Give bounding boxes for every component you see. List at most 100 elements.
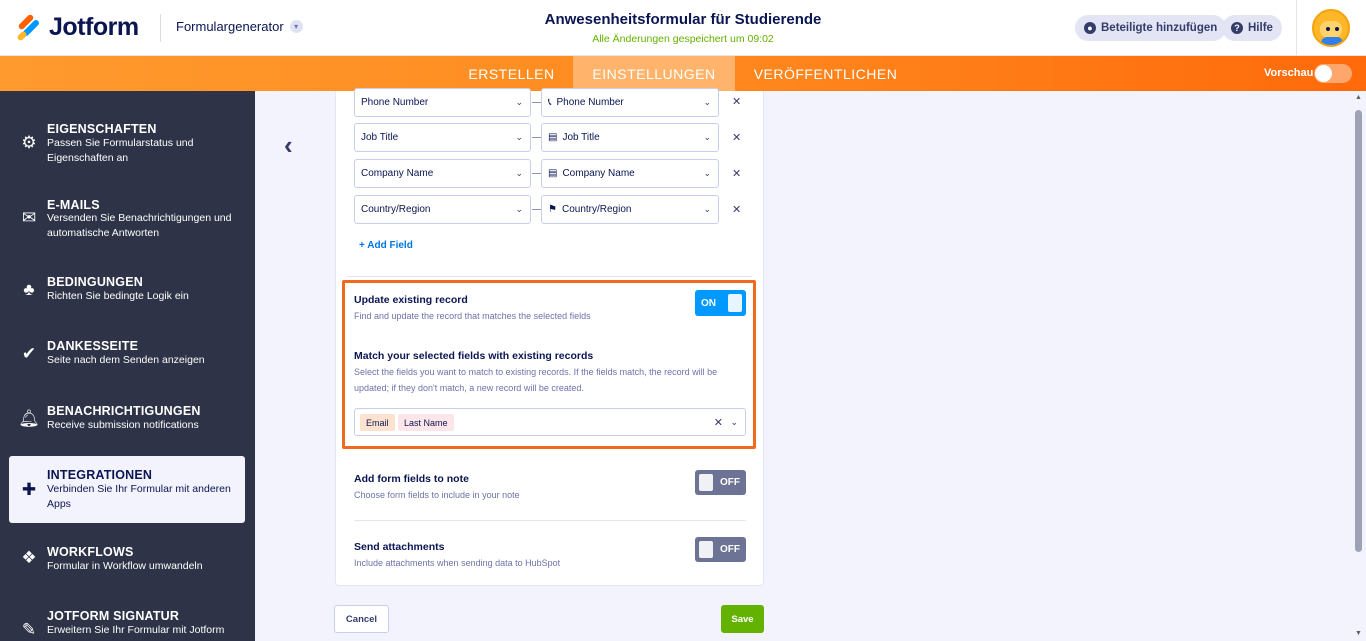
chevron-down-icon: ⌄ (703, 204, 711, 214)
hubspot-field-select[interactable]: 📞︎ Phone Number ⌄ (541, 88, 719, 117)
save-button[interactable]: Save (721, 605, 764, 633)
chevron-down-icon: ⌄ (703, 97, 711, 107)
sidebar-item-title: BENACHRICHTIGUNGEN (47, 404, 201, 418)
remove-row-icon[interactable]: ✕ (732, 95, 741, 108)
phone-icon: 📞︎ (548, 97, 552, 108)
chevron-down-icon: ⌄ (515, 168, 523, 178)
id-card-icon: ▤ (548, 168, 558, 179)
chevron-down-icon: ⌄ (703, 168, 711, 178)
envelope-icon: ✉ (21, 208, 37, 227)
sidebar-item-notifications[interactable]: 🔔︎ BENACHRICHTIGUNGEN Receive submission… (0, 398, 245, 448)
sidebar-item-title: E-MAILS (47, 198, 100, 212)
chevron-down-icon[interactable]: ⌄ (730, 417, 738, 428)
match-fields-multiselect[interactable]: Email Last Name ✕ ⌄ (354, 408, 746, 436)
toggle-state: OFF (720, 544, 740, 555)
top-header: Jotform Formulargenerator ▾ Anwesenheits… (0, 0, 1366, 56)
gear-icon: ⚙ (21, 133, 37, 152)
form-builder-dropdown[interactable]: Formulargenerator ▾ (176, 19, 303, 34)
tab-settings[interactable]: EINSTELLUNGEN (573, 56, 735, 91)
remove-row-icon[interactable]: ✕ (732, 131, 741, 144)
toggle-state: OFF (720, 477, 740, 488)
select-value: Job Title (361, 132, 399, 143)
select-value: Phone Number (556, 97, 624, 108)
id-card-icon: ▤ (548, 132, 558, 143)
sidebar-item-desc: Verbinden Sie Ihr Formular mit anderen A… (47, 483, 231, 510)
invite-collaborators-button[interactable]: ● Beteiligte hinzufügen (1075, 15, 1227, 41)
tab-build[interactable]: ERSTELLEN (453, 56, 570, 91)
hubspot-field-select[interactable]: ⚑ Country/Region ⌄ (541, 195, 719, 224)
add-field-button[interactable]: + Add Field (359, 240, 413, 251)
sidebar-item-title: BEDINGUNGEN (47, 275, 143, 289)
bell-icon: 🔔︎ (18, 409, 40, 428)
sidebar-item-title: EIGENSCHAFTEN (47, 122, 157, 136)
sidebar-item-desc: Formular in Workflow umwandeln (47, 560, 203, 572)
note-fields-toggle[interactable]: OFF (695, 470, 746, 495)
select-value: Country/Region (361, 204, 431, 215)
remove-row-icon[interactable]: ✕ (732, 167, 741, 180)
tag-email[interactable]: Email (360, 414, 395, 431)
chevron-down-icon: ⌄ (703, 132, 711, 142)
scroll-down-icon[interactable]: ▼ (1355, 630, 1362, 637)
divider (354, 520, 746, 521)
chevron-down-icon: ⌄ (515, 132, 523, 142)
form-field-select[interactable]: Country/Region ⌄ (354, 195, 531, 224)
form-builder-label: Formulargenerator (176, 19, 284, 34)
sidebar-item-title: DANKESSEITE (47, 339, 139, 353)
tag-last-name[interactable]: Last Name (398, 414, 454, 431)
back-arrow-icon[interactable]: ‹ (284, 130, 293, 161)
update-record-label: Update existing record (354, 294, 468, 306)
user-avatar-area (1296, 0, 1366, 56)
hubspot-field-select[interactable]: ▤ Job Title ⌄ (541, 123, 719, 152)
form-field-select[interactable]: Company Name ⌄ (354, 159, 531, 188)
chevron-down-icon: ⌄ (515, 204, 523, 214)
sidebar-item-thankyou[interactable]: ✔ DANKESSEITE Seite nach dem Senden anze… (0, 333, 245, 383)
avatar[interactable] (1312, 9, 1350, 47)
attachments-desc: Include attachments when sending data to… (354, 558, 561, 568)
select-value: Job Title (562, 132, 600, 143)
main-nav: ERSTELLEN EINSTELLUNGEN VERÖFFENTLICHEN … (0, 56, 1366, 91)
form-field-select[interactable]: Job Title ⌄ (354, 123, 531, 152)
sidebar-item-desc: Richten Sie bedingte Logik ein (47, 290, 189, 302)
sidebar-item-properties[interactable]: ⚙ EIGENSCHAFTEN Passen Sie Formularstatu… (0, 113, 245, 173)
sidebar-item-desc: Versenden Sie Benachrichtigungen und aut… (47, 212, 232, 239)
note-fields-desc: Choose form fields to include in your no… (354, 490, 520, 500)
pen-icon: ✎ (21, 620, 37, 639)
help-button[interactable]: ? Hilfe (1222, 15, 1282, 41)
settings-sidebar: ⚙ EIGENSCHAFTEN Passen Sie Formularstatu… (0, 91, 255, 641)
preview-label: Vorschau (1264, 67, 1314, 79)
toggle-state: ON (701, 297, 716, 309)
scroll-up-icon[interactable]: ▲ (1355, 94, 1362, 101)
sidebar-item-integrations[interactable]: ✚ INTEGRATIONEN Verbinden Sie Ihr Formul… (9, 456, 245, 523)
sidebar-item-emails[interactable]: ✉ E-MAILS Versenden Sie Benachrichtigung… (0, 190, 245, 250)
sidebar-item-workflows[interactable]: ❖ WORKFLOWS Formular in Workflow umwande… (0, 538, 245, 588)
tab-publish[interactable]: VERÖFFENTLICHEN (738, 56, 913, 91)
update-record-desc: Find and update the record that matches … (354, 311, 591, 321)
flag-icon: ⚑ (548, 204, 557, 215)
sidebar-item-title: JOTFORM SIGNATUR (47, 609, 180, 623)
sidebar-item-signature[interactable]: ✎ JOTFORM SIGNATUR Erweitern Sie Ihr For… (0, 603, 245, 641)
update-record-toggle[interactable]: ON (695, 290, 746, 316)
select-value: Country/Region (561, 204, 632, 215)
hubspot-field-select[interactable]: ▤ Company Name ⌄ (541, 159, 719, 188)
workflow-icon: ❖ (21, 548, 37, 567)
sidebar-item-desc: Passen Sie Formularstatus und Eigenschaf… (47, 137, 194, 164)
sidebar-item-title: INTEGRATIONEN (47, 468, 153, 482)
check-circle-icon: ✔ (21, 344, 37, 363)
puzzle-icon: ✚ (21, 480, 37, 499)
chevron-down-icon: ⌄ (515, 97, 523, 107)
clear-icon[interactable]: ✕ (714, 416, 723, 429)
jotform-logo[interactable]: Jotform (15, 13, 139, 42)
select-value: Phone Number (361, 97, 429, 108)
help-label: Hilfe (1248, 22, 1273, 34)
form-field-select[interactable]: Phone Number ⌄ (354, 88, 531, 117)
preview-toggle[interactable] (1314, 64, 1352, 83)
cancel-button[interactable]: Cancel (334, 605, 389, 633)
jotform-logo-icon (15, 13, 41, 42)
remove-row-icon[interactable]: ✕ (732, 203, 741, 216)
user-icon: ● (1084, 22, 1096, 34)
scrollbar-thumb[interactable] (1355, 110, 1362, 552)
invite-label: Beteiligte hinzufügen (1101, 22, 1218, 34)
note-fields-label: Add form fields to note (354, 473, 469, 485)
attachments-toggle[interactable]: OFF (695, 537, 746, 562)
sidebar-item-conditions[interactable]: ♣ BEDINGUNGEN Richten Sie bedingte Logik… (0, 268, 245, 318)
